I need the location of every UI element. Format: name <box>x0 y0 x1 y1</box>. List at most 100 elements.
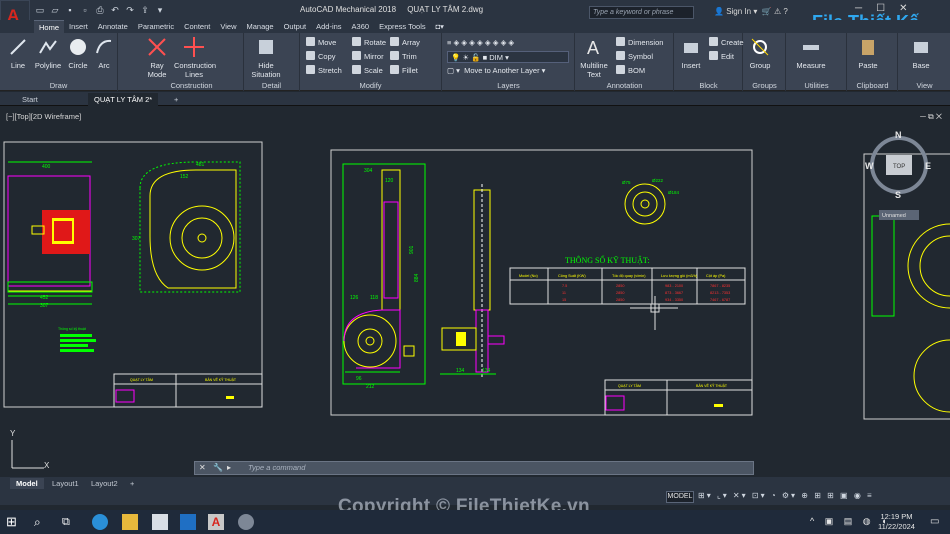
redo-icon[interactable]: ↷ <box>124 4 136 16</box>
polyline-icon <box>39 40 57 54</box>
rotate-button[interactable]: Rotate <box>352 37 386 49</box>
clock-time: 12:19 PM <box>880 512 913 521</box>
viewcube-top[interactable]: TOP <box>893 164 905 170</box>
ribbon-tab-a360[interactable]: A360 <box>347 20 375 33</box>
ribbon-tab-view[interactable]: View <box>215 20 241 33</box>
stretch-icon <box>306 65 315 74</box>
ray-mode-button[interactable]: Ray Mode <box>142 37 172 79</box>
command-history-icon[interactable]: ▸ <box>227 463 231 472</box>
drawing-canvas[interactable]: [−][Top][2D Wireframe] ─ ⧉ ✕ 400 452 307… <box>0 106 950 476</box>
base-button[interactable]: Base <box>907 37 935 70</box>
open-file-icon[interactable]: ▱ <box>49 4 61 16</box>
dim-text: 304 <box>364 168 373 174</box>
taskbar-clock[interactable]: 12:19 PM 11/22/2024 <box>878 512 915 532</box>
command-input[interactable]: Type a command <box>248 463 305 472</box>
measure-button[interactable]: Measure <box>791 37 831 70</box>
minimize-icon[interactable]: ─ <box>855 3 862 14</box>
scale-button[interactable]: Scale <box>352 65 383 77</box>
legend-bar <box>60 349 94 352</box>
tab-start[interactable]: Start <box>16 93 44 106</box>
autocad-taskbar-icon[interactable]: A <box>208 514 224 530</box>
bom-button[interactable]: BOM <box>616 65 645 77</box>
ribbon-tab-home[interactable]: Home <box>34 20 65 33</box>
search-input[interactable]: Type a keyword or phrase <box>589 6 694 19</box>
arc-button[interactable]: Arc <box>92 37 116 70</box>
polyline-button[interactable]: Polyline <box>32 37 64 70</box>
dimension-button[interactable]: Dimension <box>616 37 663 49</box>
create-block-button[interactable]: Create <box>709 37 744 49</box>
flange-outer <box>624 183 666 225</box>
motor-inner <box>54 221 72 241</box>
ucs-name[interactable]: Unnamed <box>882 213 906 219</box>
ribbon-tab-annotate[interactable]: Annotate <box>93 20 133 33</box>
move-to-layer-button[interactable]: ▢ ▾ Move to Another Layer ▾ <box>447 65 545 77</box>
multiline-text-icon: A <box>587 38 599 58</box>
insert-button[interactable]: Insert <box>677 37 705 70</box>
maximize-icon[interactable]: ☐ <box>876 3 885 14</box>
ribbon-tab-content[interactable]: Content <box>179 20 215 33</box>
move-button[interactable]: Move <box>306 37 336 49</box>
line-button[interactable]: Line <box>6 37 30 70</box>
wrench-icon[interactable]: 🔧 <box>213 463 223 472</box>
save-icon[interactable]: ▪ <box>64 4 76 16</box>
ribbon-tab-manage[interactable]: Manage <box>241 20 278 33</box>
hide-situation-button[interactable]: Hide Situation <box>248 37 284 79</box>
stretch-button[interactable]: Stretch <box>306 65 342 77</box>
move-label: Move <box>318 38 337 47</box>
ribbon-tab-output[interactable]: Output <box>279 20 312 33</box>
share-icon[interactable]: ⇪ <box>139 4 151 16</box>
task-view-icon[interactable]: ⧉ <box>62 514 78 530</box>
save-as-icon[interactable]: ▫ <box>79 4 91 16</box>
spec-title: THÔNG SỐ KỸ THUẬT: <box>565 255 650 265</box>
fillet-button[interactable]: Fillet <box>390 65 418 77</box>
stack-pipe <box>381 169 401 311</box>
file-explorer-icon[interactable] <box>122 514 138 530</box>
windows-start-icon[interactable]: ⊞ <box>6 514 22 530</box>
tab-model[interactable]: Model <box>10 478 44 489</box>
outlook-icon[interactable] <box>180 514 196 530</box>
ribbon-tab-express-tools[interactable]: Express Tools <box>374 20 431 33</box>
new-file-icon[interactable]: ▭ <box>34 4 46 16</box>
layer-dropdown[interactable]: 💡 ☀ 🔓 ■ DIM ▾ <box>447 51 569 63</box>
tab-new[interactable]: + <box>168 93 184 106</box>
tab-current-drawing[interactable]: QUẠT LY TÂM 2* <box>88 93 159 106</box>
edit-block-button[interactable]: Edit <box>709 51 734 63</box>
spec-table-cells: Model (No) Công Suất (KW) Tốc độ quay (v/m… <box>519 274 730 302</box>
array-button[interactable]: Array <box>390 37 420 49</box>
tb-sheet: BẢN VẼ KỸ THUẬT <box>205 377 237 382</box>
ribbon-tab-add-ins[interactable]: Add-ins <box>311 20 346 33</box>
store-icon[interactable] <box>152 514 168 530</box>
app-taskbar-icon[interactable] <box>238 514 254 530</box>
hide-situation-label: Hide Situation <box>251 61 281 79</box>
multiline-text-button[interactable]: A Multiline Text <box>578 37 610 79</box>
ribbon-tab-parametric[interactable]: Parametric <box>133 20 179 33</box>
tab-layout1[interactable]: Layout1 <box>46 478 85 489</box>
model-space-button[interactable]: MODEL <box>666 491 694 503</box>
close-icon[interactable]: ✕ <box>199 463 206 472</box>
search-icon[interactable]: ⌕ <box>34 514 50 530</box>
symbol-button[interactable]: Symbol <box>616 51 653 63</box>
copy-button[interactable]: Copy <box>306 51 336 63</box>
tab-add-layout[interactable]: + <box>124 478 140 489</box>
undo-icon[interactable]: ↶ <box>109 4 121 16</box>
panel-clipboard: Paste Clipboard <box>848 33 898 91</box>
print-icon[interactable]: ⎙ <box>94 4 106 16</box>
ribbon-tab-insert[interactable]: Insert <box>64 20 93 33</box>
ribbon-more-icon[interactable]: ◘▾ <box>431 20 449 33</box>
circle-button[interactable]: Circle <box>66 37 90 70</box>
dropdown-icon[interactable]: ▾ <box>154 4 166 16</box>
group-button[interactable]: Group <box>746 37 774 70</box>
construction-lines-button[interactable]: Construction Lines <box>174 37 216 79</box>
close-icon[interactable]: ✕ <box>899 3 907 14</box>
paste-button[interactable]: Paste <box>854 37 882 70</box>
edge-browser-icon[interactable] <box>92 514 108 530</box>
notification-icon[interactable]: ▭ <box>930 516 939 527</box>
trim-button[interactable]: Trim <box>390 51 417 63</box>
sheet-main-border <box>330 149 753 416</box>
status-toggles[interactable]: ⊞▾ ⌞▾ ✕▾ ⊡▾ ◔ ⚙▾ ⊕ ⊞ ⊞ ▣ ◉ ≡ <box>698 491 874 500</box>
compass-s: S <box>895 190 901 200</box>
layer-tools-row[interactable]: ≡ ◈ ◈ ◈ ◈ ◈ ◈ ◈ ◈ <box>447 37 514 49</box>
mirror-button[interactable]: Mirror <box>352 51 384 63</box>
tab-layout2[interactable]: Layout2 <box>85 478 124 489</box>
sign-in-button[interactable]: 👤 Sign In ▾ 🛒 ⚠ ? <box>714 7 788 16</box>
